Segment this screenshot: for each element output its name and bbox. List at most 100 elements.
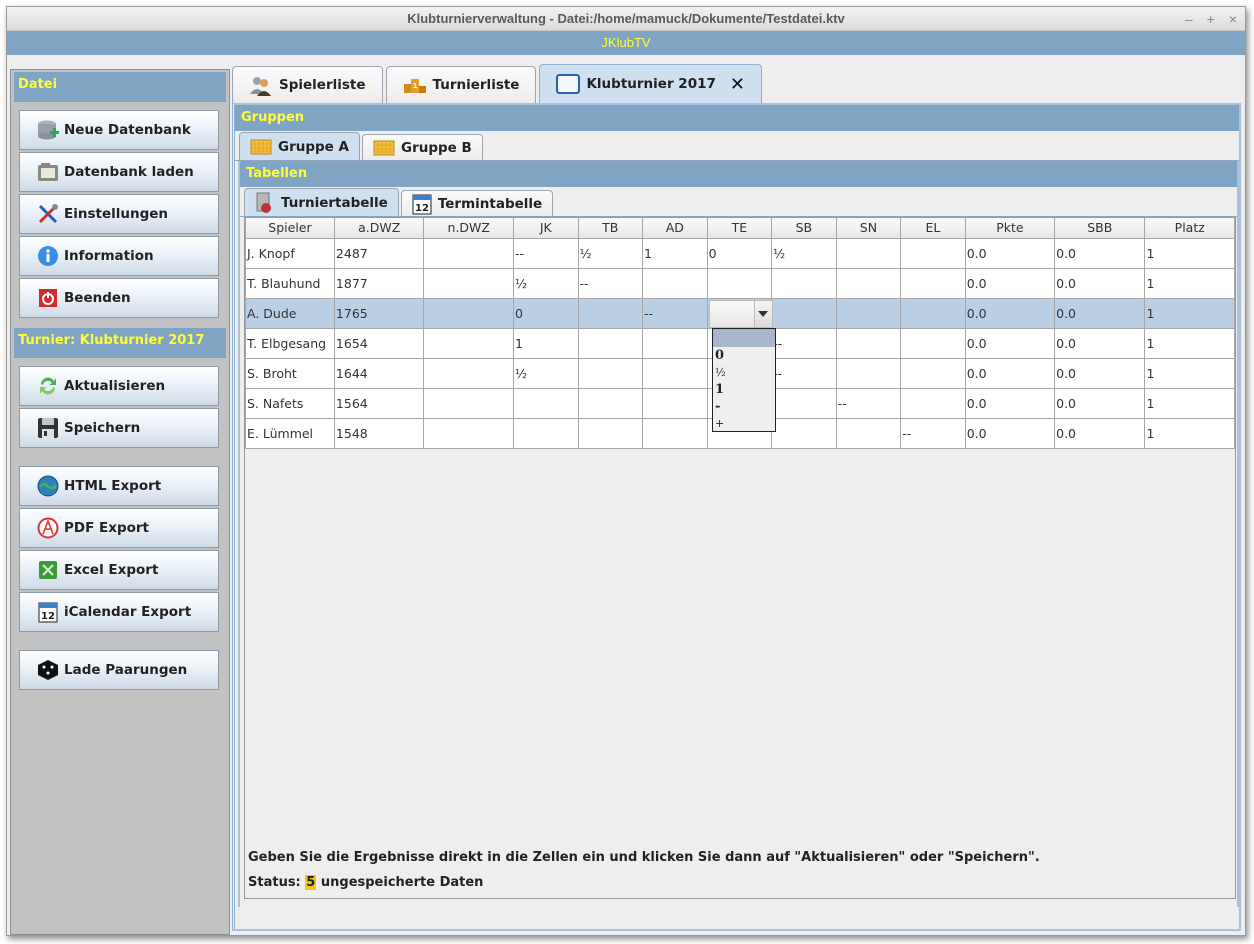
table-cell[interactable]: 0.0	[1054, 237, 1146, 269]
dropdown-option[interactable]: +	[713, 415, 775, 432]
new-database-button[interactable]: Neue Datenbank	[19, 110, 219, 150]
table-row[interactable]: A. Dude 1765 0 -- 0.0 0.0 1	[245, 297, 1235, 329]
table-cell[interactable]: 1	[1144, 297, 1235, 329]
table-cell[interactable]: 0.0	[1054, 357, 1146, 389]
table-cell[interactable]: ½	[513, 267, 579, 299]
table-cell[interactable]	[835, 267, 902, 299]
tab-tournament-list[interactable]: 1 Turnierliste	[385, 66, 537, 103]
table-cell[interactable]	[513, 387, 579, 419]
table-cell[interactable]	[771, 417, 837, 449]
player-name-cell[interactable]: J. Knopf	[245, 237, 335, 269]
dropdown-option[interactable]	[713, 329, 775, 347]
table-cell[interactable]	[835, 417, 902, 449]
refresh-button[interactable]: Aktualisieren	[19, 366, 219, 406]
table-cell[interactable]	[706, 267, 773, 299]
result-combo-cell[interactable]	[706, 297, 773, 329]
table-cell[interactable]	[577, 387, 644, 419]
excel-export-button[interactable]: Excel Export	[19, 550, 219, 590]
table-cell[interactable]	[423, 327, 515, 359]
column-header[interactable]: SBB	[1054, 218, 1146, 239]
table-cell[interactable]	[423, 297, 515, 329]
column-header[interactable]: EL	[900, 218, 966, 239]
result-dropdown-list[interactable]: 0 ½ 1- +	[712, 328, 776, 432]
icalendar-export-button[interactable]: 12 iCalendar Export	[19, 592, 219, 632]
table-cell[interactable]: --	[900, 417, 966, 449]
column-header[interactable]: n.DWZ	[423, 218, 515, 239]
table-cell[interactable]: --	[513, 237, 579, 269]
table-row[interactable]: J. Knopf 2487 -- ½ 1 0 ½ 0.0 0.0 1	[245, 237, 1235, 269]
table-cell[interactable]	[771, 387, 837, 419]
table-cell[interactable]	[513, 417, 579, 449]
table-cell[interactable]: ½	[577, 237, 644, 269]
table-cell[interactable]	[835, 327, 902, 359]
table-cell[interactable]	[577, 327, 644, 359]
dropdown-option[interactable]: -	[713, 398, 775, 415]
tournament-table-scrollpane[interactable]: Spieler a.DWZ n.DWZ JK TB AD TE SB SN EL Pkte SBB Pl…	[244, 217, 1236, 899]
table-cell[interactable]: 0.0	[964, 297, 1056, 329]
tab-player-list[interactable]: Spielerliste	[232, 66, 383, 103]
table-cell[interactable]: --	[577, 267, 644, 299]
table-cell[interactable]: --	[642, 297, 708, 329]
table-cell[interactable]: 2487	[333, 237, 425, 269]
table-cell[interactable]: 1564	[333, 387, 425, 419]
table-cell[interactable]: 1765	[333, 297, 425, 329]
column-header[interactable]: SN	[835, 218, 902, 239]
dropdown-option[interactable]: 1	[713, 381, 775, 398]
save-button[interactable]: Speichern	[19, 408, 219, 448]
table-cell[interactable]	[423, 417, 515, 449]
table-cell[interactable]: 0.0	[1054, 297, 1146, 329]
table-cell[interactable]: 1	[1144, 237, 1235, 269]
table-cell[interactable]: 0.0	[964, 357, 1056, 389]
table-cell[interactable]: ½	[771, 237, 837, 269]
table-cell[interactable]: 1644	[333, 357, 425, 389]
player-name-cell[interactable]: S. Nafets	[245, 387, 335, 419]
table-cell[interactable]: 1	[1144, 267, 1235, 299]
table-cell[interactable]: 0.0	[1054, 327, 1146, 359]
table-row[interactable]: T. Blauhund 1877 ½ -- 0.0 0.0 1	[245, 267, 1235, 299]
tab-tournament-table[interactable]: Turniertabelle	[244, 188, 399, 216]
maximize-button[interactable]: +	[1207, 7, 1215, 31]
player-name-cell[interactable]: T. Blauhund	[245, 267, 335, 299]
table-cell[interactable]: --	[771, 357, 837, 389]
table-cell[interactable]	[423, 267, 515, 299]
quit-button[interactable]: Beenden	[19, 278, 219, 318]
table-cell[interactable]	[900, 327, 966, 359]
pdf-export-button[interactable]: PDF Export	[19, 508, 219, 548]
table-cell[interactable]: 1	[513, 327, 579, 359]
table-cell[interactable]	[577, 297, 644, 329]
table-cell[interactable]: 0.0	[1054, 267, 1146, 299]
settings-button[interactable]: Einstellungen	[19, 194, 219, 234]
dropdown-option[interactable]: ½	[713, 364, 775, 381]
combobox-field[interactable]	[708, 299, 755, 328]
column-header[interactable]: TB	[577, 218, 644, 239]
table-cell[interactable]: 0	[513, 297, 579, 329]
table-cell[interactable]	[577, 417, 644, 449]
table-cell[interactable]	[835, 357, 902, 389]
table-cell[interactable]	[900, 237, 966, 269]
table-cell[interactable]: 1	[1144, 417, 1235, 449]
load-database-button[interactable]: Datenbank laden	[19, 152, 219, 192]
close-tab-icon[interactable]: ✕	[730, 74, 745, 95]
column-header[interactable]: a.DWZ	[333, 218, 425, 239]
html-export-button[interactable]: HTML Export	[19, 466, 219, 506]
table-cell[interactable]: 0.0	[964, 237, 1056, 269]
table-cell[interactable]: 1548	[333, 417, 425, 449]
result-combobox[interactable]	[708, 299, 773, 328]
player-name-cell[interactable]: A. Dude	[245, 297, 335, 329]
table-cell[interactable]: 0.0	[964, 327, 1056, 359]
column-header[interactable]: AD	[642, 218, 708, 239]
table-cell[interactable]	[771, 297, 837, 329]
table-cell[interactable]	[423, 357, 515, 389]
table-cell[interactable]: 0.0	[1054, 417, 1146, 449]
column-header[interactable]: Spieler	[245, 218, 335, 239]
table-cell[interactable]: 1654	[333, 327, 425, 359]
table-cell[interactable]: 1	[642, 237, 708, 269]
table-cell[interactable]: 0.0	[1054, 387, 1146, 419]
table-cell[interactable]: 1	[1144, 357, 1235, 389]
table-cell[interactable]	[900, 357, 966, 389]
table-cell[interactable]: 1	[1144, 327, 1235, 359]
table-cell[interactable]: 1877	[333, 267, 425, 299]
table-cell[interactable]	[642, 417, 708, 449]
table-cell[interactable]	[835, 237, 902, 269]
table-cell[interactable]: --	[771, 327, 837, 359]
